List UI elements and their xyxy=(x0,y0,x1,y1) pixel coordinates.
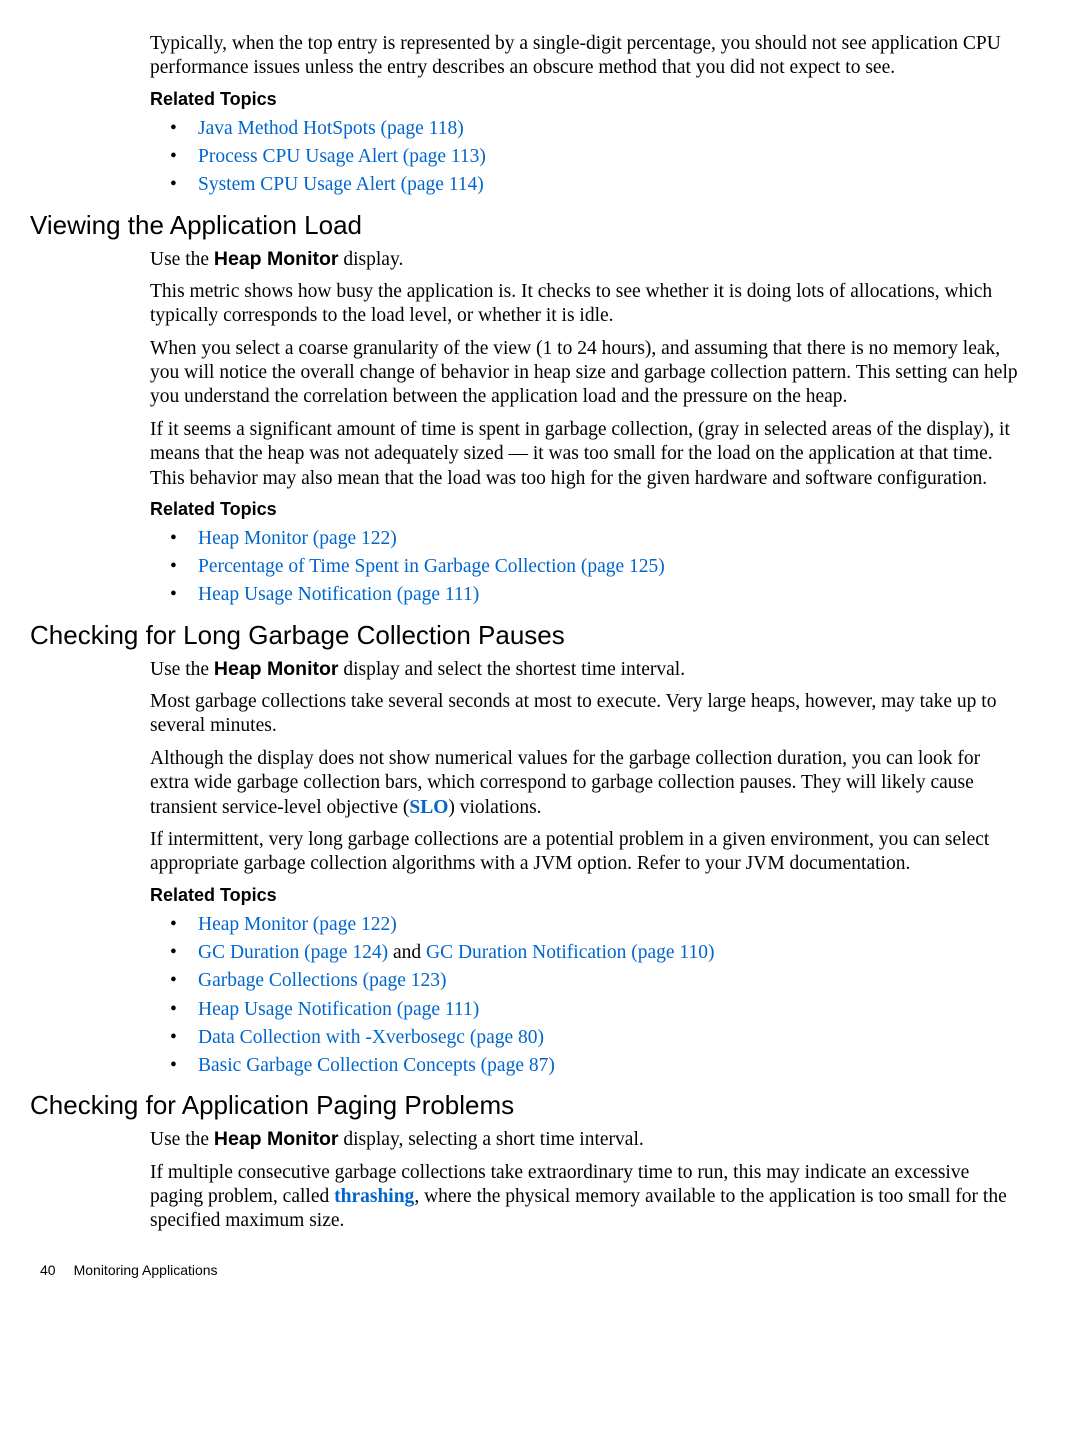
section-heading: Checking for Long Garbage Collection Pau… xyxy=(30,620,1020,651)
body-text: Use the Heap Monitor display and select … xyxy=(150,657,1020,682)
related-topics-list: Heap Monitor (page 122) Percentage of Ti… xyxy=(170,525,1020,610)
body-text: If multiple consecutive garbage collecti… xyxy=(150,1161,1020,1234)
link-text[interactable]: GC Duration (page 124) xyxy=(198,942,388,963)
related-topics-list: Heap Monitor (page 122) GC Duration (pag… xyxy=(170,911,1020,1081)
ui-term: Heap Monitor xyxy=(214,1128,339,1150)
body-text: When you select a coarse granularity of … xyxy=(150,337,1020,410)
text-fragment: Use the xyxy=(150,249,214,270)
text-fragment: display, selecting a short time interval… xyxy=(339,1129,644,1150)
link-text[interactable]: Data Collection with -Xverbosegc (page 8… xyxy=(198,1027,544,1048)
text-fragment: display. xyxy=(339,249,404,270)
link-text[interactable]: Heap Monitor (page 122) xyxy=(198,528,397,549)
glossary-term[interactable]: thrashing xyxy=(334,1186,414,1207)
link-text[interactable]: Percentage of Time Spent in Garbage Coll… xyxy=(198,556,665,577)
related-topics-heading: Related Topics xyxy=(150,89,1020,110)
text-fragment: Use the xyxy=(150,1129,214,1150)
link-text[interactable]: Heap Usage Notification (page 111) xyxy=(198,999,479,1020)
section-heading: Checking for Application Paging Problems xyxy=(30,1090,1020,1121)
link-text[interactable]: Heap Monitor (page 122) xyxy=(198,914,397,935)
list-item: Heap Usage Notification (page 111) xyxy=(170,581,1020,609)
list-item: Heap Monitor (page 122) xyxy=(170,911,1020,939)
page-content: Typically, when the top entry is represe… xyxy=(0,0,1080,1298)
list-item: Java Method HotSpots (page 118) xyxy=(170,115,1020,143)
link-text[interactable]: System CPU Usage Alert (page 114) xyxy=(198,174,484,195)
glossary-term[interactable]: SLO xyxy=(409,797,448,818)
link-text[interactable]: Garbage Collections (page 123) xyxy=(198,970,447,991)
body-text: This metric shows how busy the applicati… xyxy=(150,280,1020,329)
text-fragment: Use the xyxy=(150,659,214,680)
link-text[interactable]: GC Duration Notification (page 110) xyxy=(426,942,714,963)
list-item: System CPU Usage Alert (page 114) xyxy=(170,171,1020,199)
page-number: 40 xyxy=(40,1262,56,1278)
list-item: Data Collection with -Xverbosegc (page 8… xyxy=(170,1024,1020,1052)
footer-title: Monitoring Applications xyxy=(74,1262,218,1278)
list-item: Percentage of Time Spent in Garbage Coll… xyxy=(170,553,1020,581)
text-fragment: and xyxy=(388,942,426,963)
body-text: If intermittent, very long garbage colle… xyxy=(150,828,1020,877)
body-text: Although the display does not show numer… xyxy=(150,747,1020,820)
ui-term: Heap Monitor xyxy=(214,248,339,270)
list-item: GC Duration (page 124) and GC Duration N… xyxy=(170,939,1020,967)
body-text: Most garbage collections take several se… xyxy=(150,690,1020,739)
text-fragment: display and select the shortest time int… xyxy=(339,659,686,680)
text-fragment: ) violations. xyxy=(448,797,541,818)
body-text: Use the Heap Monitor display, selecting … xyxy=(150,1127,1020,1152)
text-fragment: Although the display does not show numer… xyxy=(150,748,980,818)
link-text[interactable]: Process CPU Usage Alert (page 113) xyxy=(198,146,486,167)
body-text: Use the Heap Monitor display. xyxy=(150,247,1020,272)
related-topics-heading: Related Topics xyxy=(150,499,1020,520)
section-heading: Viewing the Application Load xyxy=(30,210,1020,241)
list-item: Basic Garbage Collection Concepts (page … xyxy=(170,1052,1020,1080)
list-item: Heap Usage Notification (page 111) xyxy=(170,996,1020,1024)
body-text: Typically, when the top entry is represe… xyxy=(150,32,1020,81)
body-text: If it seems a significant amount of time… xyxy=(150,418,1020,491)
related-topics-list: Java Method HotSpots (page 118) Process … xyxy=(170,115,1020,200)
ui-term: Heap Monitor xyxy=(214,658,339,680)
list-item: Process CPU Usage Alert (page 113) xyxy=(170,143,1020,171)
page-footer: 40 Monitoring Applications xyxy=(40,1262,1020,1278)
link-text[interactable]: Heap Usage Notification (page 111) xyxy=(198,584,479,605)
related-topics-heading: Related Topics xyxy=(150,885,1020,906)
list-item: Garbage Collections (page 123) xyxy=(170,967,1020,995)
list-item: Heap Monitor (page 122) xyxy=(170,525,1020,553)
link-text[interactable]: Basic Garbage Collection Concepts (page … xyxy=(198,1055,555,1076)
link-text[interactable]: Java Method HotSpots (page 118) xyxy=(198,118,464,139)
